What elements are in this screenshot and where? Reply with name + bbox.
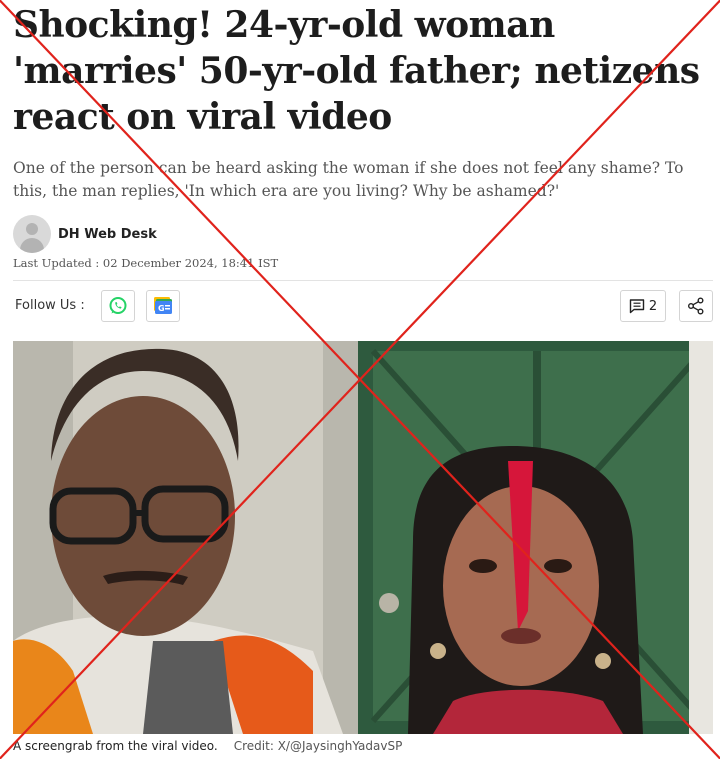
article-page: Shocking! 24-yr-old woman 'marries' 50-y… xyxy=(0,0,720,759)
image-caption: A screengrab from the viral video. xyxy=(13,739,218,753)
image-caption-row: A screengrab from the viral video. Credit… xyxy=(13,739,402,753)
author-avatar xyxy=(13,215,51,253)
comment-count: 2 xyxy=(648,298,658,314)
google-news-button[interactable]: G xyxy=(146,290,180,322)
google-news-icon: G xyxy=(154,297,172,314)
article-headline: Shocking! 24-yr-old woman 'marries' 50-y… xyxy=(13,4,700,138)
share-icon xyxy=(688,297,704,315)
follow-bar: Follow Us : G 2 xyxy=(13,290,713,324)
follow-label: Follow Us : xyxy=(15,298,85,313)
article-image xyxy=(13,341,713,734)
comments-button[interactable]: 2 xyxy=(620,290,666,322)
divider xyxy=(13,280,713,281)
svg-text:G: G xyxy=(158,304,165,313)
image-credit: Credit: X/@JaysinghYadavSP xyxy=(233,739,403,753)
share-button[interactable] xyxy=(679,290,713,322)
byline: DH Web Desk xyxy=(13,214,157,254)
last-updated: Last Updated : 02 December 2024, 18:41 I… xyxy=(13,256,279,270)
whatsapp-icon xyxy=(109,297,127,314)
whatsapp-button[interactable] xyxy=(101,290,135,322)
author-name[interactable]: DH Web Desk xyxy=(58,227,157,242)
article-subheadline: One of the person can be heard asking th… xyxy=(13,159,684,200)
comment-icon xyxy=(629,299,645,314)
